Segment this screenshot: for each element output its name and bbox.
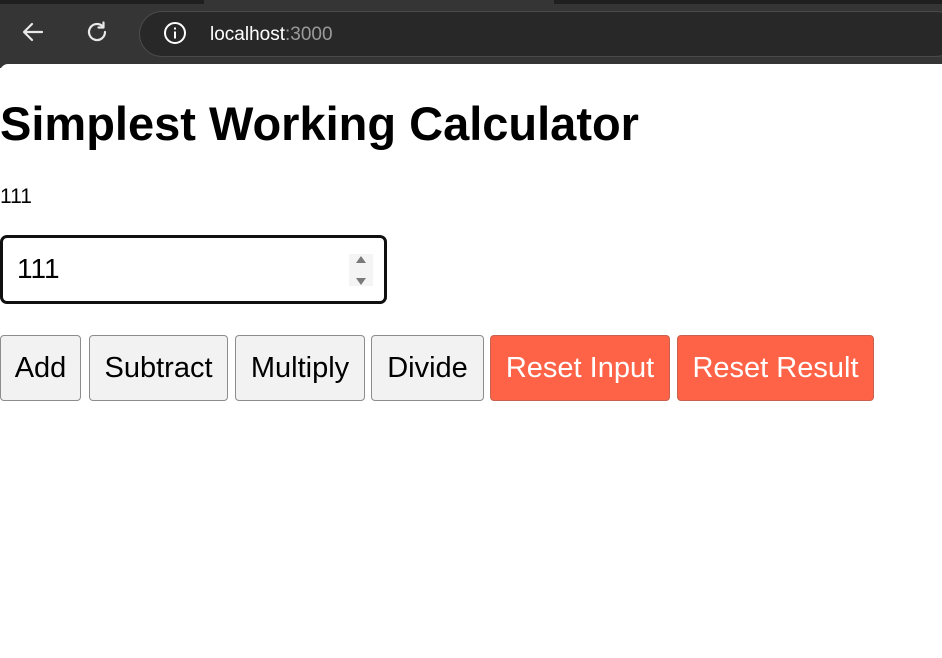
browser-toolbar: localhost:3000 [0,0,942,68]
multiply-button[interactable]: Multiply [235,335,365,401]
site-info-button[interactable] [162,21,188,50]
reload-button[interactable] [79,16,115,52]
back-arrow-icon [20,19,46,50]
page-content: Simplest Working Calculator 111 Add Subt… [0,64,942,658]
url-text: localhost:3000 [210,23,333,47]
active-tab-edge [204,0,554,4]
url-port: :3000 [285,24,333,45]
result-display: 111 [0,185,32,208]
back-button[interactable] [15,16,51,52]
page-title: Simplest Working Calculator [0,97,639,150]
address-bar[interactable]: localhost:3000 [139,11,942,57]
reset-result-button[interactable]: Reset Result [677,335,874,401]
reset-input-button[interactable]: Reset Input [490,335,670,401]
info-icon [163,21,187,50]
number-spinner[interactable] [349,254,373,286]
number-input-container [0,235,387,304]
number-input[interactable] [17,249,317,289]
triangle-down-icon[interactable] [356,272,366,290]
url-host: localhost [210,24,285,45]
reload-icon [84,19,110,50]
subtract-button[interactable]: Subtract [89,335,228,401]
add-button[interactable]: Add [0,335,81,401]
triangle-up-icon[interactable] [356,250,366,268]
divide-button[interactable]: Divide [371,335,484,401]
